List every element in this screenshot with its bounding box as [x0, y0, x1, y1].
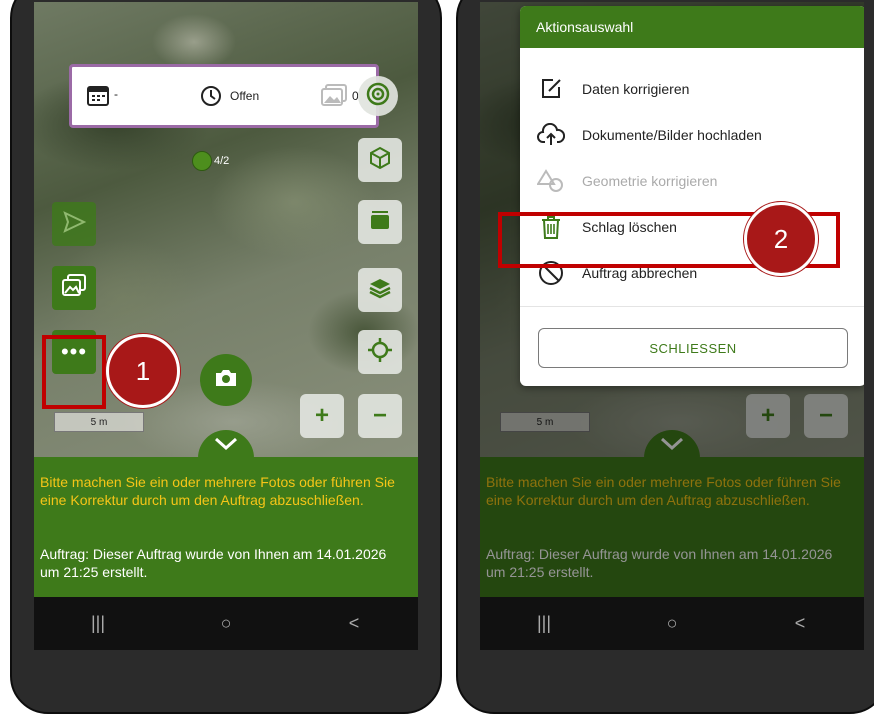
menu-item-label: Geometrie korrigieren [582, 173, 718, 189]
menu-item-edit-data[interactable]: Daten korrigieren [520, 66, 864, 112]
zoom-out-label: − [372, 402, 387, 429]
send-button[interactable] [52, 202, 96, 246]
recent-apps-button[interactable]: ||| [78, 613, 118, 634]
step-number-2: 2 [773, 223, 789, 254]
order-info-text: Auftrag: Dieser Auftrag wurde von Ihnen … [40, 546, 387, 580]
field-info-box[interactable]: - Offen 0 [69, 64, 379, 128]
counter-dot-icon [192, 151, 212, 171]
app-screen: + − 5 m Bitte machen Sie ein oder mehrer… [480, 2, 864, 650]
layers-icon [368, 276, 392, 305]
edit-icon [536, 74, 566, 104]
menu-item-upload-documents[interactable]: Dokumente/Bilder hochladen [520, 112, 864, 158]
hint-text: Bitte machen Sie ein oder mehrere Fotos … [40, 474, 395, 508]
locate-button[interactable] [358, 330, 402, 374]
home-button[interactable]: ○ [206, 613, 246, 634]
status-panel: Bitte machen Sie ein oder mehrere Fotos … [34, 457, 418, 597]
highlight-more-button [42, 335, 106, 409]
date-value: - [114, 87, 118, 101]
status-label: Offen [230, 89, 260, 103]
close-button-label: SCHLIESSEN [649, 340, 737, 356]
target-button[interactable] [358, 76, 398, 116]
cube-icon [368, 146, 392, 175]
zoom-out-button[interactable]: − [358, 394, 402, 438]
android-navbar: ||| ○ < [480, 597, 864, 650]
menu-item-correct-geometry: Geometrie korrigieren [520, 158, 864, 204]
clock-icon [200, 85, 222, 112]
geometry-shapes-icon [536, 166, 566, 196]
camera-button[interactable] [200, 354, 252, 406]
chevron-down-icon [213, 436, 239, 457]
send-icon [62, 210, 87, 239]
photo-icon [320, 83, 348, 114]
close-button[interactable]: SCHLIESSEN [538, 328, 848, 368]
back-button[interactable]: < [780, 613, 820, 634]
cloud-upload-icon [536, 120, 566, 150]
plot-counter: 4/2 [192, 151, 229, 171]
action-dialog: Aktionsauswahl Daten korrigieren Dokumen… [520, 6, 864, 386]
dialog-title: Aktionsauswahl [520, 6, 864, 48]
android-navbar: ||| ○ < [34, 597, 418, 650]
basemap-button[interactable] [358, 200, 402, 244]
phone-right: + − 5 m Bitte machen Sie ein oder mehrer… [456, 0, 874, 714]
home-button[interactable]: ○ [652, 613, 692, 634]
gallery-icon [61, 273, 87, 304]
counter-label: 4/2 [214, 155, 230, 167]
map-scale: 5 m [54, 412, 144, 432]
menu-item-label: Daten korrigieren [582, 81, 690, 97]
app-screen: - Offen 0 4/2 + − ••• 5 m Bitte machen S… [34, 2, 418, 650]
stack-icon [368, 208, 392, 237]
recent-apps-button[interactable]: ||| [524, 613, 564, 634]
gallery-button[interactable] [52, 266, 96, 310]
zoom-in-button[interactable]: + [300, 394, 344, 438]
step-badge-2: 2 [744, 202, 818, 276]
camera-icon [214, 368, 238, 393]
menu-item-label: Dokumente/Bilder hochladen [582, 127, 762, 143]
zoom-in-label: + [314, 402, 329, 429]
layers-button[interactable] [358, 268, 402, 312]
3d-view-button[interactable] [358, 138, 402, 182]
calendar-icon [86, 83, 110, 112]
scale-label: 5 m [90, 416, 108, 428]
step-number-1: 1 [135, 355, 151, 386]
crosshair-icon [367, 337, 393, 368]
back-button[interactable]: < [334, 613, 374, 634]
target-icon [365, 81, 391, 112]
step-badge-1: 1 [106, 334, 180, 408]
dialog-divider [520, 306, 864, 307]
